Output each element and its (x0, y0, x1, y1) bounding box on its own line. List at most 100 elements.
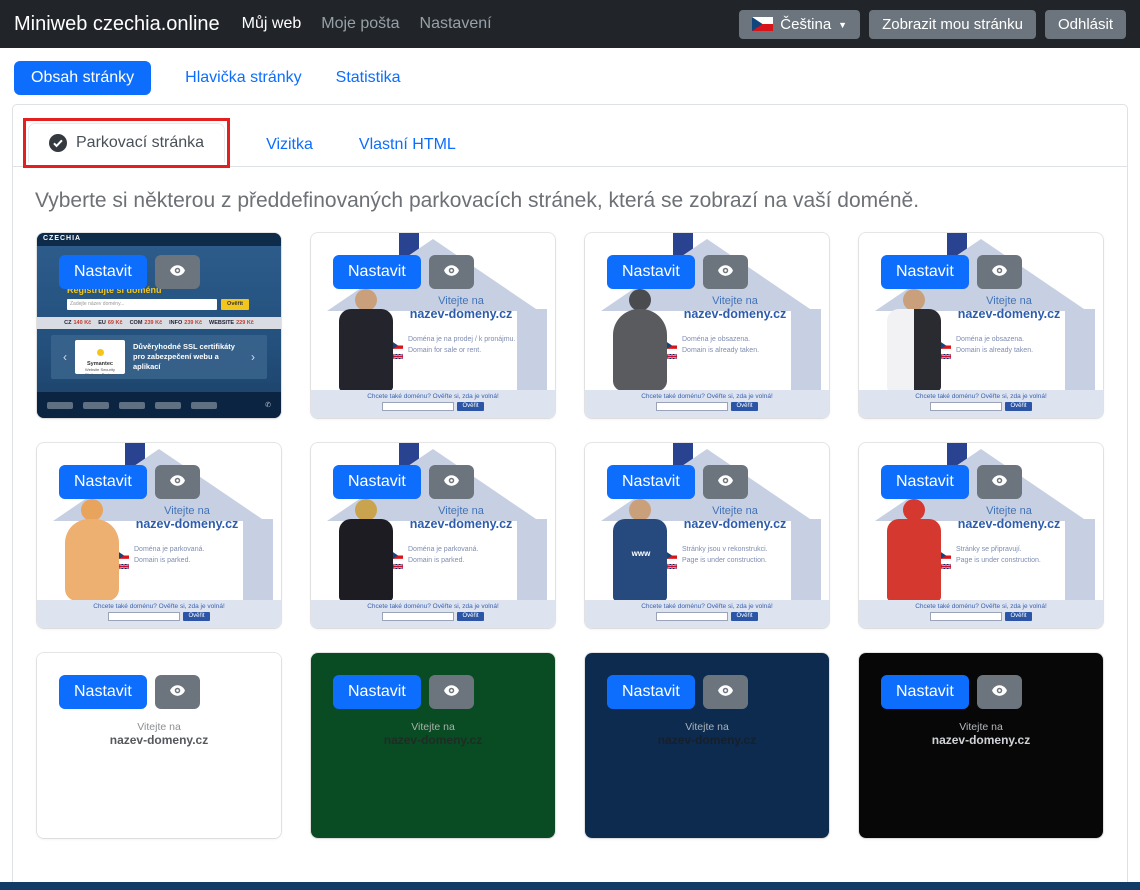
nastavit-button[interactable]: Nastavit (607, 465, 695, 499)
red-annotation-box: Parkovací stránka (23, 118, 230, 168)
tab-statistika[interactable]: Statistika (336, 69, 401, 87)
nastavit-button[interactable]: Nastavit (607, 675, 695, 709)
preview-eye-button[interactable] (429, 465, 474, 499)
domain-check-bar: Chcete také doménu? Ověřte si, zda je vo… (311, 600, 555, 628)
parking-template-card: Vitejte na nazev-domeny.cz (585, 653, 829, 838)
parking-template-card: Vitejte na nazev-domeny.cz (311, 653, 555, 838)
caption-english: Domain is already taken. (682, 347, 759, 354)
logout-button[interactable]: Odhlásit (1045, 10, 1126, 39)
domain-name: nazev-domeny.cz (381, 307, 541, 321)
preview-eye-button[interactable] (155, 255, 200, 289)
domain-name: nazev-domeny.cz (929, 307, 1089, 321)
eye-icon (716, 262, 735, 282)
top-navbar: Miniweb czechia.online Můj web Moje pošt… (0, 0, 1140, 48)
domain-name: nazev-domeny.cz (381, 517, 541, 531)
nav-item-moje-posta[interactable]: Moje pošta (321, 15, 399, 33)
preview-eye-button[interactable] (977, 255, 1022, 289)
view-my-site-button[interactable]: Zobrazit mou stránku (869, 10, 1036, 39)
preview-eye-button[interactable] (429, 675, 474, 709)
domain-check-bar: Chcete také doménu? Ověřte si, zda je vo… (37, 600, 281, 628)
domain-check-prompt: Chcete také doménu? Ověřte si, zda je vo… (585, 393, 829, 400)
nastavit-button[interactable]: Nastavit (59, 255, 147, 289)
eye-icon (990, 682, 1009, 702)
tile-overlay: Nastavit (607, 465, 748, 499)
caption-english: Page is under construction. (956, 557, 1041, 564)
welcome-title: Vitejte na (381, 505, 541, 517)
preview-eye-button[interactable] (429, 255, 474, 289)
caption-czech: Stránky jsou v rekonstrukci. (682, 546, 768, 553)
eye-icon (168, 682, 187, 702)
subtab-vlastni-html[interactable]: Vlastní HTML (349, 124, 466, 166)
nav-item-nastaveni[interactable]: Nastavení (420, 15, 492, 33)
domain-check-bar: Chcete také doménu? Ověřte si, zda je vo… (585, 600, 829, 628)
preview-eye-button[interactable] (703, 675, 748, 709)
nastavit-button[interactable]: Nastavit (59, 675, 147, 709)
photo-silhouette (331, 289, 403, 391)
partner-logos-bar: ✆ (37, 392, 281, 418)
tab-obsah-stranky[interactable]: Obsah stránky (14, 61, 151, 95)
nastavit-button[interactable]: Nastavit (59, 465, 147, 499)
photo-silhouette (879, 499, 951, 601)
nastavit-button[interactable]: Nastavit (881, 255, 969, 289)
tile-overlay: Nastavit (881, 255, 1022, 289)
parking-template-card: Vitejte na nazev-domeny.cz (37, 233, 281, 418)
domain-check-input (108, 612, 180, 621)
eye-icon (990, 262, 1009, 282)
subtab-label: Parkovací stránka (76, 134, 204, 152)
subtab-parkovaci-stranka[interactable]: Parkovací stránka (28, 123, 225, 163)
parking-template-card: Vitejte na nazev-domeny.cz Doména je obs… (585, 233, 829, 418)
language-dropdown[interactable]: Čeština ▼ (739, 10, 860, 39)
domain-name: nazev-domeny.cz (929, 517, 1089, 531)
nastavit-button[interactable]: Nastavit (607, 255, 695, 289)
preview-eye-button[interactable] (703, 465, 748, 499)
caption-czech: Doména je obsazena. (956, 336, 1024, 343)
eye-icon (442, 472, 461, 492)
parking-template-card: Vitejte na nazev-domeny.cz (37, 653, 281, 838)
preview-eye-button[interactable] (703, 255, 748, 289)
domain-name: nazev-domeny.cz (859, 733, 1103, 747)
nastavit-button[interactable]: Nastavit (333, 255, 421, 289)
house-wall (791, 309, 821, 391)
carousel-next-icon: › (251, 350, 255, 364)
subtab-vizitka[interactable]: Vizitka (256, 124, 323, 166)
nav-item-muj-web[interactable]: Můj web (242, 15, 302, 33)
eye-icon (716, 472, 735, 492)
photo-silhouette (331, 499, 403, 601)
welcome-title: Vitejte na (381, 295, 541, 307)
domain-check-button: Ověřit (1005, 402, 1031, 411)
parking-template-card: Vitejte na nazev-domeny.cz Stránky jsou … (585, 443, 829, 628)
welcome-title: Vitejte na (655, 505, 815, 517)
domain-check-prompt: Chcete také doménu? Ověřte si, zda je vo… (311, 393, 555, 400)
tile-overlay: Nastavit (881, 465, 1022, 499)
caption-english: Page is under construction. (682, 557, 767, 564)
tile-overlay: Nastavit (607, 675, 748, 709)
domain-name: nazev-domeny.cz (655, 517, 815, 531)
domain-check-input (382, 612, 454, 621)
preview-eye-button[interactable] (977, 675, 1022, 709)
preview-eye-button[interactable] (977, 465, 1022, 499)
eye-icon (442, 262, 461, 282)
preview-eye-button[interactable] (155, 675, 200, 709)
domain-check-input (656, 402, 728, 411)
nastavit-button[interactable]: Nastavit (881, 675, 969, 709)
domain-check-bar: Chcete také doménu? Ověřte si, zda je vo… (585, 390, 829, 418)
photo-silhouette (605, 289, 677, 391)
czechia-logo: CZECHIA (37, 233, 281, 246)
caption-czech: Doména je parkovaná. (408, 546, 478, 553)
domain-check-bar: Chcete také doménu? Ověřte si, zda je vo… (859, 390, 1103, 418)
house-wall (1065, 309, 1095, 391)
tab-hlavicka-stranky[interactable]: Hlavička stránky (185, 69, 301, 87)
preview-eye-button[interactable] (155, 465, 200, 499)
caption-english: Domain is parked. (408, 557, 464, 564)
domain-check-prompt: Chcete také doménu? Ověřte si, zda je vo… (859, 603, 1103, 610)
caption-english: Domain for sale or rent. (408, 347, 481, 354)
domain-check-input (930, 612, 1002, 621)
check-circle-icon (49, 134, 67, 152)
nastavit-button[interactable]: Nastavit (333, 675, 421, 709)
welcome-title: Vitejte na (311, 721, 555, 733)
nastavit-button[interactable]: Nastavit (881, 465, 969, 499)
nastavit-button[interactable]: Nastavit (333, 465, 421, 499)
main-tabs: Obsah stránky Hlavička stránky Statistik… (0, 48, 1140, 104)
caption-czech: Doména je na prodej / k pronájmu. (408, 336, 515, 343)
caption-czech: Doména je parkovaná. (134, 546, 204, 553)
